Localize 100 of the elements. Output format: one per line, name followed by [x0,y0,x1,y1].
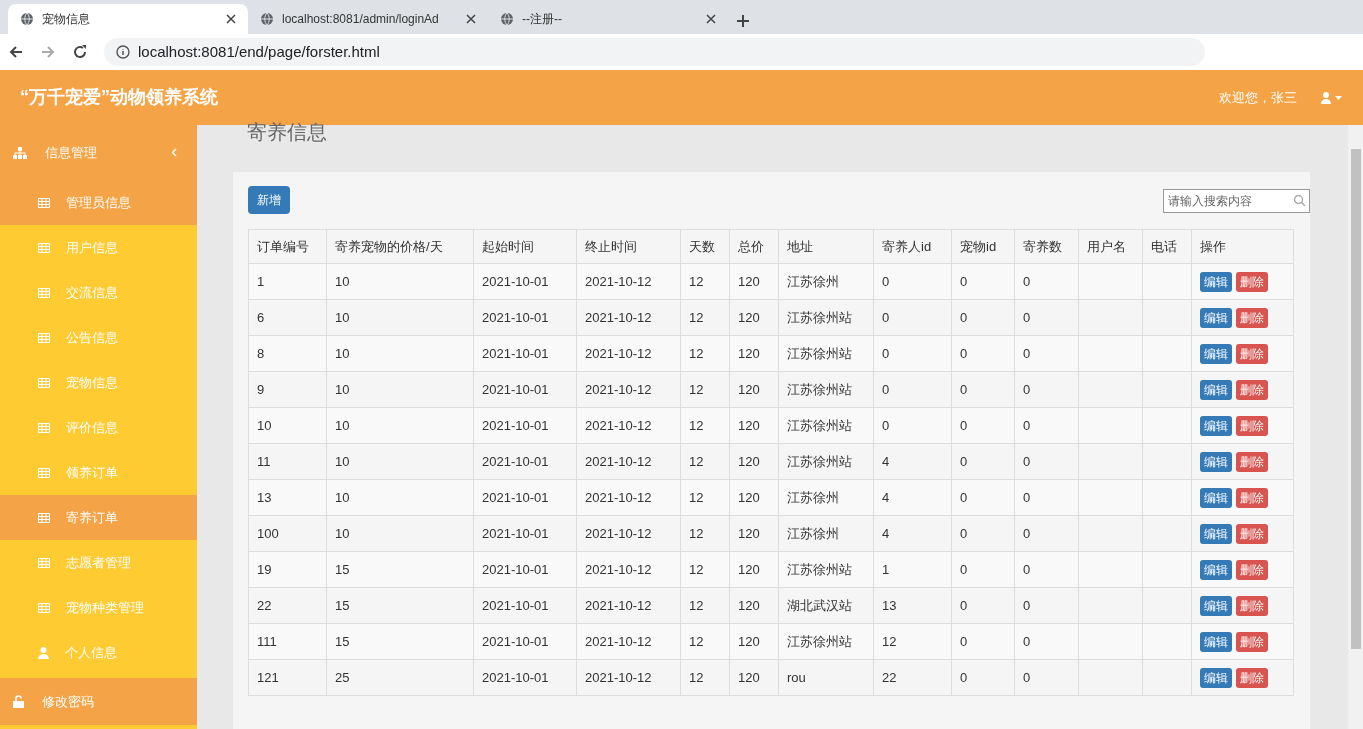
table-cell: 6 [248,299,327,336]
add-button[interactable]: 新增 [248,186,290,214]
table-cell: 江苏徐州站 [778,407,874,444]
table-cell: 12 [873,623,952,660]
table-cell: 0 [951,587,1015,624]
edit-button[interactable]: 编辑 [1200,307,1232,328]
delete-button[interactable]: 删除 [1236,379,1268,400]
close-icon[interactable] [226,14,236,24]
table-cell: 0 [1014,371,1079,408]
table-cell: 15 [326,587,474,624]
delete-button[interactable]: 删除 [1236,631,1268,652]
delete-button[interactable]: 删除 [1236,559,1268,580]
table-cell: 10 [248,407,327,444]
search-field[interactable]: 请输入搜索内容 [1163,189,1310,213]
table-cell: 0 [873,335,952,372]
table-cell: 10 [326,515,474,552]
table-cell: 0 [873,299,952,336]
table-cell: 2021-10-01 [473,335,577,372]
table-cell: 0 [951,335,1015,372]
table-cell: 25 [326,659,474,696]
edit-button[interactable]: 编辑 [1200,451,1232,472]
table-cell: 13 [248,479,327,516]
table-cell: 120 [729,299,779,336]
table-cell: 120 [729,407,779,444]
delete-button[interactable]: 删除 [1236,415,1268,436]
table-cell: 120 [729,479,779,516]
delete-button[interactable]: 删除 [1236,271,1268,292]
table-cell: 0 [873,263,952,300]
table-cell: 12 [680,479,730,516]
table-icon [38,287,50,298]
table-cell: 0 [1014,623,1079,660]
edit-button[interactable]: 编辑 [1200,631,1232,652]
edit-button[interactable]: 编辑 [1200,271,1232,292]
app-title: “万千宠爱”动物领养系统 [20,86,218,109]
close-icon[interactable] [706,14,716,24]
delete-button[interactable]: 删除 [1236,343,1268,364]
delete-button[interactable]: 删除 [1236,667,1268,688]
globe-icon [260,12,274,26]
table-cell: 12 [680,515,730,552]
table-cell: 0 [1014,335,1079,372]
table-cell: 2021-10-12 [576,551,681,588]
table-cell: 0 [951,371,1015,408]
sidebar-item[interactable]: 管理员信息 [0,180,197,225]
tab-title: localhost:8081/admin/loginAd [282,11,440,28]
edit-button[interactable]: 编辑 [1200,559,1232,580]
table-cell: 10 [326,371,474,408]
table-cell: 12 [680,299,730,336]
edit-button[interactable]: 编辑 [1200,667,1232,688]
table-cell: 10 [326,299,474,336]
scrollbar[interactable] [1348,125,1363,729]
table-cell: 2021-10-12 [576,335,681,372]
table-icon [38,377,50,388]
new-tab-icon[interactable] [736,14,750,28]
table-cell: 0 [951,299,1015,336]
edit-button[interactable]: 编辑 [1200,595,1232,616]
address-bar[interactable]: localhost:8081/end/page/forster.html [104,38,1205,66]
column-header: 天数 [680,229,730,264]
sidebar-item[interactable]: 信息管理 [0,125,197,180]
table-icon [38,602,50,613]
table-cell: 4 [873,443,952,480]
welcome-text: 欢迎您，张三 [1219,88,1297,107]
table-cell: 8 [248,335,327,372]
table-cell: 0 [1014,587,1079,624]
table-cell: 2021-10-12 [576,623,681,660]
table-cell: 江苏徐州站 [778,299,874,336]
table-cell: 2021-10-01 [473,623,577,660]
browser-tab[interactable]: 宠物信息 [8,4,248,34]
table-cell: 22 [248,587,327,624]
edit-button[interactable]: 编辑 [1200,379,1232,400]
table-cell: 120 [729,623,779,660]
table-cell: 15 [326,551,474,588]
edit-button[interactable]: 编辑 [1200,415,1232,436]
delete-button[interactable]: 删除 [1236,307,1268,328]
table-cell: 2021-10-12 [576,479,681,516]
column-header: 终止时间 [576,229,681,264]
edit-button[interactable]: 编辑 [1200,523,1232,544]
sidebar-item[interactable]: 寄养订单 [0,495,197,540]
sidebar-item[interactable]: 修改密码 [0,678,197,725]
table-cell: 12 [680,623,730,660]
edit-button[interactable]: 编辑 [1200,487,1232,508]
table-cell: 2021-10-12 [576,299,681,336]
table-cell: 2021-10-12 [576,407,681,444]
url-text: localhost:8081/end/page/forster.html [138,41,380,62]
table-cell: 2021-10-01 [473,659,577,696]
table-cell: 0 [873,371,952,408]
column-header: 地址 [778,229,874,264]
delete-button[interactable]: 删除 [1236,451,1268,472]
table-cell: 0 [951,443,1015,480]
close-icon[interactable] [466,14,476,24]
delete-button[interactable]: 删除 [1236,487,1268,508]
table-cell: 120 [729,659,779,696]
delete-button[interactable]: 删除 [1236,595,1268,616]
table-cell: 15 [326,623,474,660]
table-cell: 2021-10-12 [576,659,681,696]
table-cell: 120 [729,443,779,480]
edit-button[interactable]: 编辑 [1200,343,1232,364]
table-cell: 江苏徐州 [778,263,874,300]
table-cell: 10 [326,443,474,480]
delete-button[interactable]: 删除 [1236,523,1268,544]
table-cell: 100 [248,515,327,552]
